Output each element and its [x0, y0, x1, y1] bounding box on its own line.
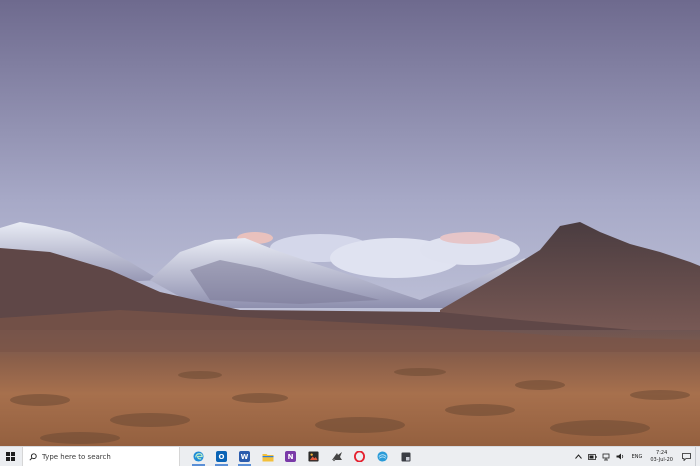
globe-icon [377, 451, 388, 462]
taskbar-app-word[interactable]: W [233, 447, 256, 466]
taskbar-app-file-explorer[interactable] [256, 447, 279, 466]
volume-button[interactable] [614, 447, 628, 466]
network-icon [602, 453, 610, 460]
show-desktop-button[interactable] [695, 447, 700, 466]
system-tray: ENG 7:24 03-Jul-20 [572, 447, 700, 466]
folder-icon [262, 453, 273, 461]
taskbar-app-opera[interactable] [348, 447, 371, 466]
pinned-apps: O W N [187, 447, 417, 466]
taskbar-app-onenote[interactable]: N [279, 447, 302, 466]
desktop[interactable] [0, 0, 700, 446]
taskbar-app-browser[interactable] [371, 447, 394, 466]
onenote-icon: N [285, 451, 296, 462]
notification-icon [681, 452, 691, 461]
opera-icon [354, 451, 365, 462]
edge-icon [193, 451, 204, 462]
app-icon [401, 452, 410, 461]
network-button[interactable] [600, 447, 614, 466]
input-language-indicator[interactable]: ENG [628, 454, 647, 460]
start-button[interactable] [0, 447, 22, 466]
search-icon [29, 452, 37, 461]
windows-logo-icon [6, 451, 16, 462]
clock-time: 7:24 [656, 449, 668, 456]
taskbar-app-snip[interactable] [325, 447, 348, 466]
taskbar-app-sticky[interactable] [394, 447, 417, 466]
taskbar-search-box[interactable] [22, 447, 180, 466]
taskbar: O W N [0, 446, 700, 466]
clock-date: 03-Jul-20 [650, 456, 673, 463]
action-center-button[interactable] [677, 447, 695, 466]
taskbar-app-outlook[interactable]: O [210, 447, 233, 466]
photos-icon [308, 451, 319, 462]
taskbar-app-photos[interactable] [302, 447, 325, 466]
search-input[interactable] [42, 452, 172, 461]
taskbar-clock[interactable]: 7:24 03-Jul-20 [646, 450, 677, 464]
battery-icon [588, 453, 597, 460]
snip-icon [331, 452, 342, 462]
volume-icon [616, 453, 624, 460]
battery-button[interactable] [586, 447, 600, 466]
outlook-icon: O [216, 451, 227, 462]
word-icon: W [239, 451, 250, 462]
desktop-wallpaper [0, 0, 700, 446]
taskbar-app-edge[interactable] [187, 447, 210, 466]
show-hidden-icons-button[interactable] [572, 447, 586, 466]
chevron-up-icon [575, 454, 582, 459]
